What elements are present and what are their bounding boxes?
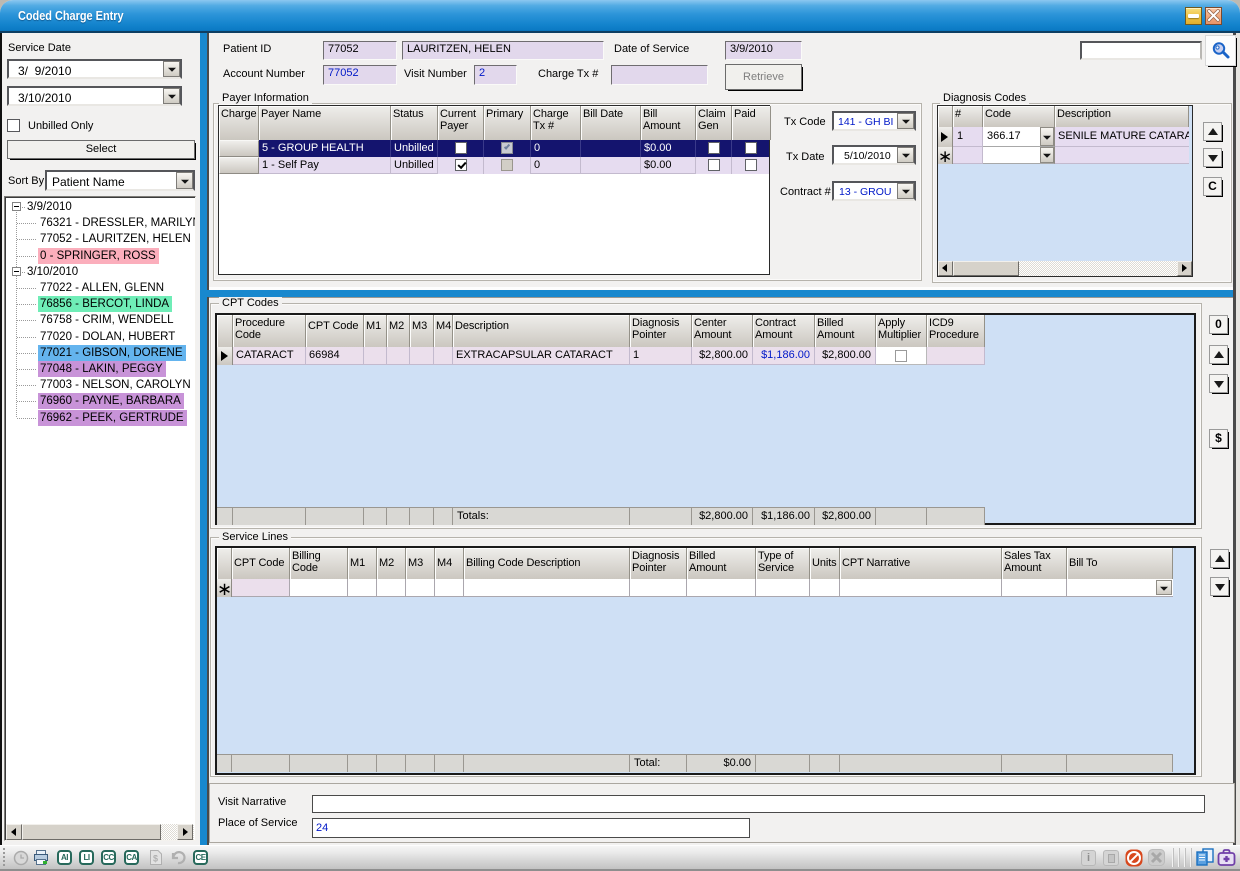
svg-text:$: $ — [153, 854, 158, 864]
